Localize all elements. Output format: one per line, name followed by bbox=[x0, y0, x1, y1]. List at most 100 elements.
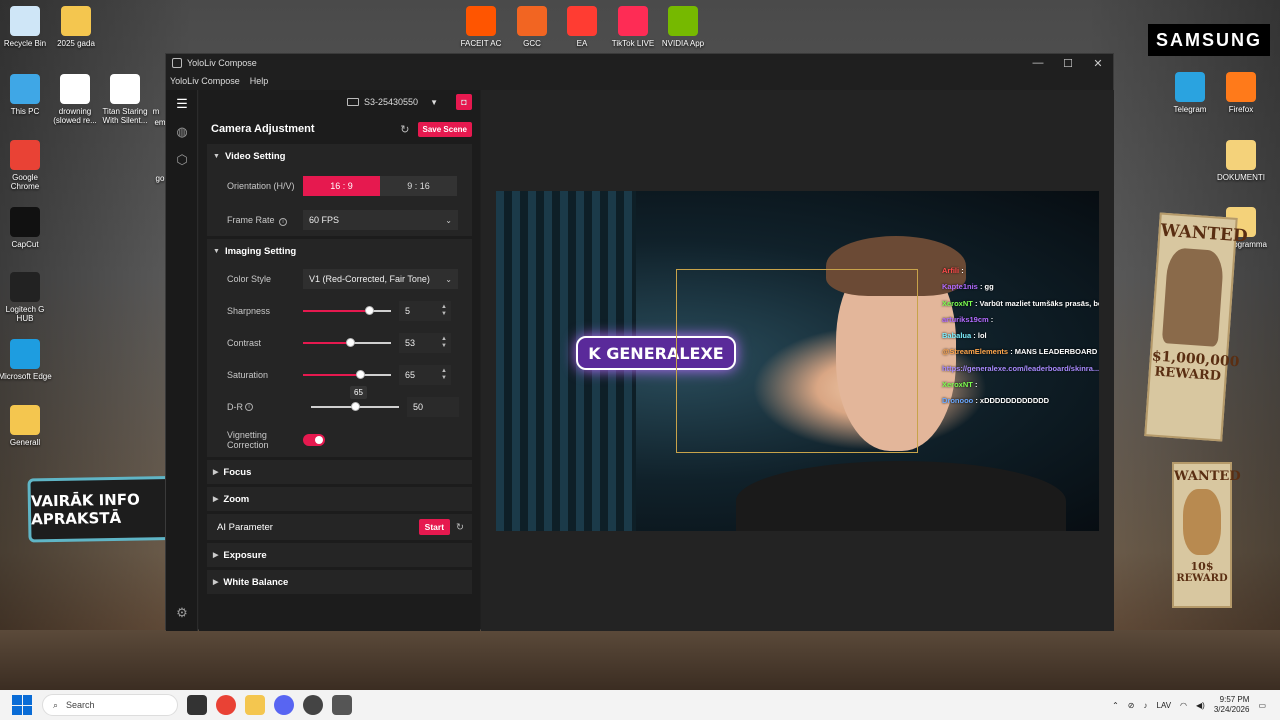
chat-message: Babalua : lol bbox=[942, 328, 1099, 344]
orientation-toggle: 16 : 9 9 : 16 bbox=[303, 176, 457, 196]
taskbar-discord-icon[interactable] bbox=[274, 695, 294, 715]
clock[interactable]: 9:57 PM 3/24/2026 bbox=[1214, 695, 1250, 715]
slider-thumb[interactable] bbox=[365, 306, 374, 315]
desktop-icon[interactable]: DOKUMENTI bbox=[1213, 140, 1269, 182]
video-setting-header[interactable]: ▼ Video Setting bbox=[207, 144, 472, 168]
preview-area: K GENERALEXE Arfili : Kapte1nis : gg Xerox… bbox=[481, 90, 1114, 631]
camera-preview[interactable]: K GENERALEXE Arfili : Kapte1nis : gg Xerox… bbox=[496, 191, 1099, 531]
microphone-icon[interactable]: ♪ bbox=[1144, 701, 1148, 710]
ai-parameter-label: AI Parameter bbox=[217, 521, 273, 533]
settings-gear-icon[interactable]: ⚙ bbox=[166, 599, 198, 627]
slider-value-input[interactable]: 5 ▲ ▼ bbox=[399, 301, 451, 321]
wifi-icon[interactable]: ◠ bbox=[1180, 701, 1187, 710]
device-selector[interactable]: S3-25430550 ▼ ◘ bbox=[199, 90, 480, 114]
taskbar-app-icon[interactable] bbox=[187, 695, 207, 715]
windows-start-icon[interactable] bbox=[12, 695, 32, 715]
rail-cube-icon[interactable]: ⬡ bbox=[166, 146, 198, 174]
desktop-icon[interactable]: Logitech G HUB bbox=[0, 272, 53, 323]
imaging-setting-section: ▼ Imaging Setting Color Style V1 (Red-Co… bbox=[207, 239, 472, 457]
slider-control[interactable] bbox=[311, 401, 399, 413]
slider-control[interactable] bbox=[303, 337, 391, 349]
slider-control[interactable] bbox=[303, 305, 391, 317]
orientation-9-16[interactable]: 9 : 16 bbox=[380, 176, 457, 196]
section-title: Focus bbox=[223, 466, 252, 478]
frame-rate-select[interactable]: 60 FPS ⌄ bbox=[303, 210, 458, 230]
slider-thumb[interactable] bbox=[345, 338, 355, 347]
white-balance-header[interactable]: ▶ White Balance bbox=[207, 570, 472, 594]
desktop-icon[interactable]: Microsoft Edge bbox=[0, 339, 53, 381]
vignetting-toggle[interactable] bbox=[303, 434, 325, 446]
chat-username: @StreamElements bbox=[942, 347, 1009, 357]
chevron-up-icon[interactable]: ⌃ bbox=[1112, 701, 1119, 710]
slider-label: D-R bbox=[227, 402, 243, 412]
desktop-icon[interactable]: Recycle Bin bbox=[0, 6, 53, 48]
chrome-icon bbox=[10, 140, 40, 170]
network-icon[interactable]: ⊘ bbox=[1128, 701, 1135, 710]
slider-value-input[interactable]: 53 ▲ ▼ bbox=[399, 333, 451, 353]
taskbar-yololiv-icon[interactable] bbox=[332, 695, 352, 715]
desktop-icon[interactable]: TikTok LIVE bbox=[605, 6, 661, 48]
focus-header[interactable]: ▶ Focus bbox=[207, 460, 472, 484]
video-file-icon bbox=[110, 74, 140, 104]
close-button[interactable]: ✕ bbox=[1083, 57, 1113, 70]
slider-thumb[interactable] bbox=[356, 370, 366, 379]
orientation-16-9[interactable]: 16 : 9 bbox=[303, 176, 380, 196]
slider-control[interactable] bbox=[303, 369, 391, 381]
language-indicator[interactable]: LAV bbox=[1157, 701, 1172, 710]
desktop-icon[interactable]: 2025 gada bbox=[48, 6, 104, 48]
volume-icon[interactable]: ◀) bbox=[1196, 701, 1205, 710]
color-style-select[interactable]: V1 (Red-Corrected, Fair Tone) ⌄ bbox=[303, 269, 458, 289]
info-icon[interactable]: i bbox=[245, 403, 253, 411]
desktop-icon[interactable]: drowning (slowed re... bbox=[47, 74, 103, 125]
desktop-icon[interactable]: This PC bbox=[0, 74, 53, 116]
chevron-down-icon: ⌄ bbox=[445, 215, 452, 225]
spinner-arrows-icon[interactable]: ▲ ▼ bbox=[441, 304, 447, 318]
desktop-icon[interactable]: Generall bbox=[0, 405, 53, 447]
menu-yololiv-compose[interactable]: YoloLiv Compose bbox=[170, 76, 240, 86]
spinner-arrows-icon[interactable]: ▲ ▼ bbox=[441, 336, 447, 350]
taskbar-search[interactable]: ⌕ Search bbox=[42, 694, 178, 716]
desktop-icon[interactable]: Firefox bbox=[1213, 72, 1269, 114]
camera-adjustment-panel: S3-25430550 ▼ ◘ Camera Adjustment ↻ Save… bbox=[199, 90, 480, 631]
zoom-header[interactable]: ▶ Zoom bbox=[207, 487, 472, 511]
taskbar-explorer-icon[interactable] bbox=[245, 695, 265, 715]
slider-value-input[interactable]: 65 ▲ ▼ bbox=[399, 365, 451, 385]
notifications-icon[interactable]: ▭ bbox=[1258, 701, 1266, 710]
rail-adjust-icon[interactable]: ☰ bbox=[166, 90, 198, 118]
section-title: Exposure bbox=[223, 549, 267, 561]
exposure-header[interactable]: ▶ Exposure bbox=[207, 543, 472, 567]
caret-right-icon: ▶ bbox=[213, 552, 219, 559]
desktop-icon[interactable]: Google Chrome bbox=[0, 140, 53, 191]
color-style-label: Color Style bbox=[227, 274, 272, 284]
info-icon[interactable]: i bbox=[279, 217, 288, 226]
desktop-icon[interactable]: EA bbox=[554, 6, 610, 48]
desktop-icon[interactable]: Telegram bbox=[1162, 72, 1218, 114]
menu-help[interactable]: Help bbox=[250, 76, 269, 86]
slider-thumb[interactable] bbox=[351, 402, 360, 411]
chat-text: : bbox=[974, 380, 978, 390]
slider-value: 65 bbox=[405, 370, 416, 380]
rail-palette-icon[interactable]: ◍ bbox=[166, 118, 198, 146]
slider-value-input[interactable]: 50 bbox=[407, 397, 459, 417]
save-scene-button[interactable]: Save Scene bbox=[417, 121, 472, 137]
taskbar-chrome-icon[interactable] bbox=[216, 695, 236, 715]
desktop-icon[interactable]: Titan Staring With Silent... bbox=[97, 74, 153, 125]
title-bar[interactable]: YoloLiv Compose — ☐ ✕ bbox=[166, 54, 1113, 72]
desktop-icon[interactable]: GCC bbox=[504, 6, 560, 48]
imaging-setting-header[interactable]: ▼ Imaging Setting bbox=[207, 239, 472, 263]
taskbar-obs-icon[interactable] bbox=[303, 695, 323, 715]
spinner-arrows-icon[interactable]: ▲ ▼ bbox=[441, 368, 447, 382]
ai-reset-icon[interactable]: ↻ bbox=[456, 522, 464, 533]
faceit-icon bbox=[466, 6, 496, 36]
ai-start-button[interactable]: Start bbox=[418, 519, 451, 535]
snapshot-button[interactable]: ◘ bbox=[456, 94, 472, 110]
maximize-button[interactable]: ☐ bbox=[1053, 57, 1083, 70]
wallpaper-floor bbox=[0, 630, 1280, 690]
minimize-button[interactable]: — bbox=[1023, 57, 1053, 70]
desktop-icon[interactable]: NVIDIA App bbox=[655, 6, 711, 48]
ea-icon bbox=[567, 6, 597, 36]
desktop-icon[interactable]: CapCut bbox=[0, 207, 53, 249]
reset-icon[interactable]: ↻ bbox=[400, 123, 409, 136]
desktop-icon[interactable]: FACEIT AC bbox=[453, 6, 509, 48]
frame-rate-text: Frame Rate bbox=[227, 214, 275, 225]
